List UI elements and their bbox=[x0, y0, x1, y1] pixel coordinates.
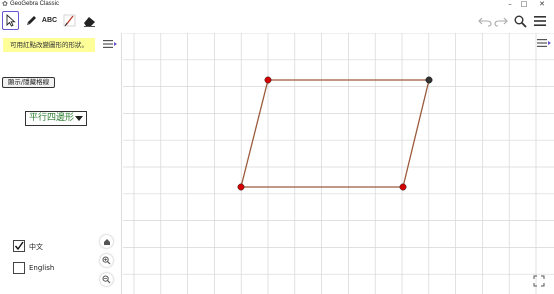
graphics-view[interactable] bbox=[123, 33, 554, 294]
point-c[interactable] bbox=[399, 183, 407, 191]
search-icon bbox=[514, 15, 527, 28]
graphics-style-bar-icon[interactable] bbox=[536, 37, 552, 49]
style-bar-toggle-icon[interactable] bbox=[102, 38, 118, 50]
point-a[interactable] bbox=[264, 76, 272, 84]
window-title: GeoGebra Classic bbox=[10, 1, 60, 7]
chevron-down-icon bbox=[75, 116, 83, 121]
arrow-cursor-icon bbox=[6, 14, 16, 27]
minimize-button[interactable]: – bbox=[503, 0, 517, 9]
hint-text: 可用紅點改變圖形的形狀。 bbox=[3, 38, 95, 52]
eraser-tool-button[interactable] bbox=[81, 11, 98, 30]
grid-lines bbox=[123, 33, 554, 294]
zoom-in-icon bbox=[102, 256, 111, 265]
pen-tool-button[interactable] bbox=[22, 11, 39, 30]
graphics-canvas[interactable] bbox=[123, 33, 554, 294]
point-d[interactable] bbox=[237, 183, 245, 191]
search-button[interactable] bbox=[511, 12, 529, 30]
text-tool-button[interactable]: ABC bbox=[41, 11, 58, 30]
maximize-button[interactable]: □ bbox=[517, 0, 531, 9]
move-tool-button[interactable] bbox=[2, 11, 19, 30]
chinese-checkbox-label: 中文 bbox=[29, 243, 43, 251]
redo-button[interactable] bbox=[492, 12, 510, 30]
zoom-in-button[interactable] bbox=[100, 254, 113, 267]
main-menu-button[interactable] bbox=[531, 12, 549, 30]
toolbar: ABC bbox=[0, 9, 554, 33]
home-button[interactable] bbox=[100, 235, 113, 248]
eraser-icon bbox=[84, 16, 95, 27]
point-b bbox=[425, 76, 433, 84]
freehand-icon bbox=[63, 14, 76, 27]
english-checkbox[interactable] bbox=[13, 262, 25, 274]
english-checkbox-label: English bbox=[29, 264, 55, 272]
title-bar: ✿ GeoGebra Classic – □ ✕ bbox=[0, 0, 554, 9]
parallelogram-shape[interactable] bbox=[240, 79, 430, 188]
pen-icon bbox=[26, 15, 36, 25]
chinese-checkbox[interactable] bbox=[13, 240, 25, 252]
shape-dropdown[interactable]: 平行四邊形 bbox=[25, 111, 87, 126]
text-icon: ABC bbox=[41, 17, 58, 24]
zoom-out-icon bbox=[102, 275, 111, 284]
checkmark-icon bbox=[14, 241, 24, 251]
toggle-grid-button[interactable]: 顯示/隱藏格線 bbox=[2, 77, 55, 88]
menu-icon bbox=[534, 16, 546, 26]
shape-dropdown-value: 平行四邊形 bbox=[29, 113, 75, 123]
redo-icon bbox=[494, 17, 508, 27]
zoom-out-button[interactable] bbox=[100, 273, 113, 286]
freehand-tool-button[interactable] bbox=[61, 11, 78, 30]
home-icon bbox=[103, 238, 110, 245]
fullscreen-icon[interactable] bbox=[533, 275, 545, 287]
geogebra-logo-icon: ✿ bbox=[2, 0, 8, 8]
undo-icon bbox=[478, 17, 492, 27]
close-button[interactable]: ✕ bbox=[535, 0, 549, 9]
